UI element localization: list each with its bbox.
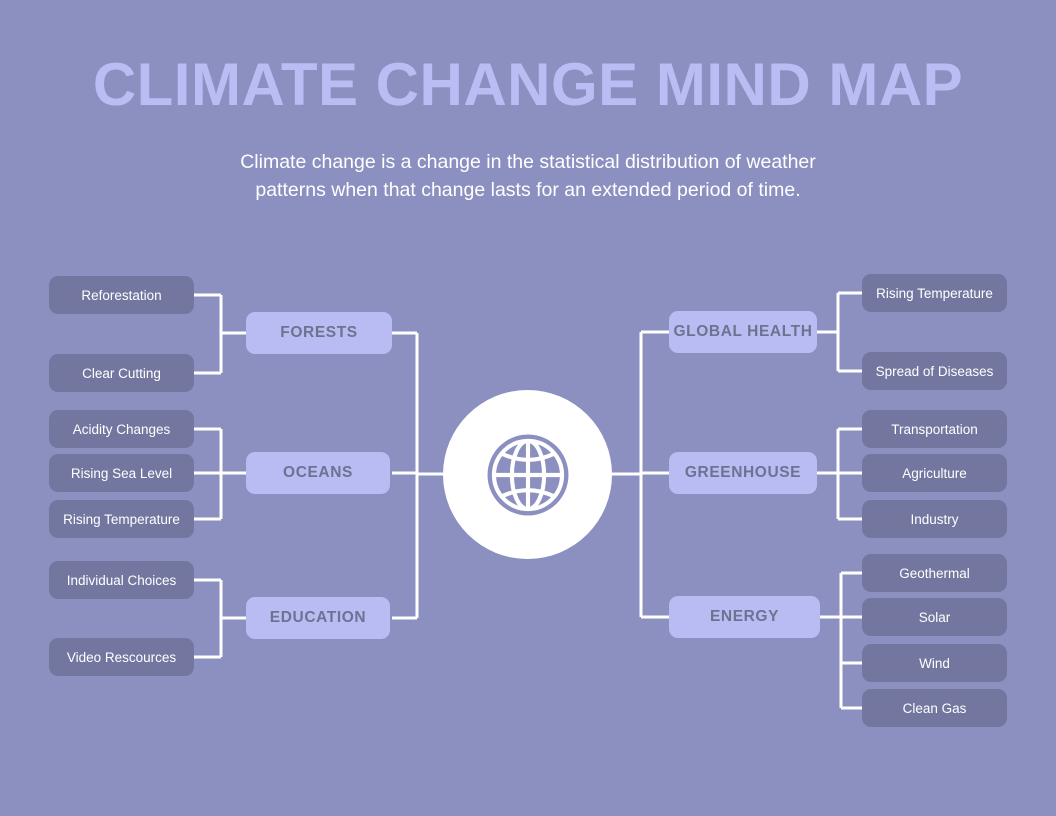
leaf-node-rising-temperature[interactable]: Rising Temperature [49,500,194,538]
leaf-label: Rising Temperature [63,511,180,527]
leaf-node-industry[interactable]: Industry [862,500,1007,538]
category-node-education[interactable]: EDUCATION [246,597,390,639]
category-label: EDUCATION [269,609,367,626]
center-hub [443,390,612,559]
leaf-node-clear-cutting[interactable]: Clear Cutting [49,354,194,392]
leaf-label: Reforestation [81,287,162,303]
leaf-node-clean-gas[interactable]: Clean Gas [862,689,1007,727]
leaf-node-wind[interactable]: Wind [862,644,1007,682]
category-label: GREENHOUSE [684,464,802,481]
leaf-label: Rising Sea Level [70,465,173,481]
mind-map-canvas: CLIMATE CHANGE MIND MAP Climate change i… [0,0,1056,816]
leaf-label: Video Rescources [66,649,177,665]
leaf-label: Clean Gas [902,700,967,716]
category-node-global-health[interactable]: GLOBAL HEALTH [669,311,817,353]
category-node-oceans[interactable]: OCEANS [246,452,390,494]
category-label: ENERGY [709,608,780,625]
leaf-label: Spread of Diseases [875,363,994,379]
leaf-label: Geothermal [899,565,970,581]
leaf-node-rising-temperature-health[interactable]: Rising Temperature [862,274,1007,312]
leaf-node-video-rescources[interactable]: Video Rescources [49,638,194,676]
globe-icon [487,434,568,515]
category-node-energy[interactable]: ENERGY [669,596,820,638]
leaf-node-reforestation[interactable]: Reforestation [49,276,194,314]
leaf-node-individual-choices[interactable]: Individual Choices [49,561,194,599]
leaf-node-rising-sea-level[interactable]: Rising Sea Level [49,454,194,492]
leaf-label: Clear Cutting [82,365,161,381]
leaf-node-agriculture[interactable]: Agriculture [862,454,1007,492]
leaf-label: Industry [910,511,959,527]
leaf-label: Solar [918,609,951,625]
leaf-label: Rising Temperature [876,285,993,301]
leaf-label: Transportation [891,421,978,437]
leaf-node-transportation[interactable]: Transportation [862,410,1007,448]
leaf-node-acidity-changes[interactable]: Acidity Changes [49,410,194,448]
category-label: GLOBAL HEALTH [673,323,813,340]
leaf-node-spread-of-diseases[interactable]: Spread of Diseases [862,352,1007,390]
category-label: OCEANS [283,464,353,481]
leaf-node-geothermal[interactable]: Geothermal [862,554,1007,592]
category-node-greenhouse[interactable]: GREENHOUSE [669,452,817,494]
leaf-node-solar[interactable]: Solar [862,598,1007,636]
leaf-label: Wind [919,655,950,671]
category-label: FORESTS [280,324,358,341]
leaf-label: Acidity Changes [72,421,171,437]
leaf-label: Individual Choices [66,572,177,588]
category-node-forests[interactable]: FORESTS [246,312,392,354]
leaf-label: Agriculture [902,465,967,481]
